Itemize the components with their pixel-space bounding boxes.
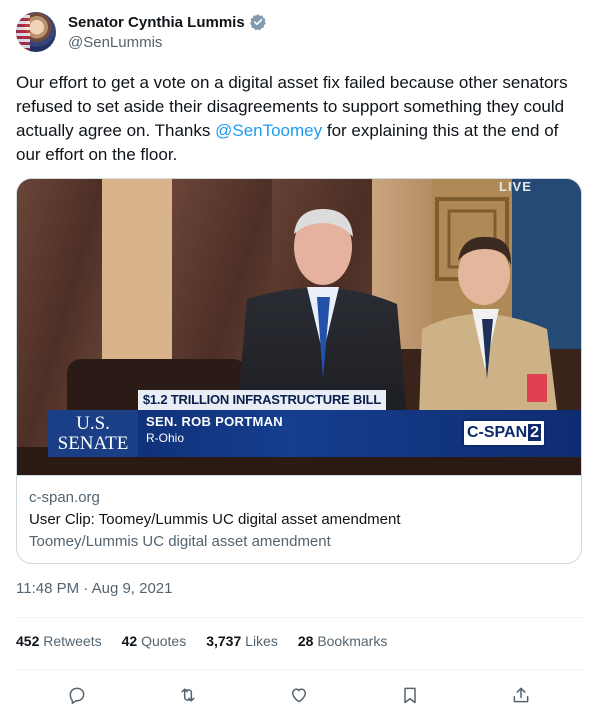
- stat-likes-label: Likes: [245, 633, 278, 649]
- stat-quotes[interactable]: 42 Quotes: [122, 633, 187, 649]
- card-description: Toomey/Lummis UC digital asset amendment: [29, 533, 331, 550]
- share-button[interactable]: [506, 680, 536, 710]
- tweet-timestamp[interactable]: 11:48 PM · Aug 9, 2021: [16, 580, 173, 597]
- divider-top: [16, 617, 582, 618]
- cspan-text: C-SPAN: [466, 424, 528, 441]
- tweet-header: Senator Cynthia Lummis @SenLummis: [16, 12, 582, 56]
- stat-retweets[interactable]: 452 Retweets: [16, 633, 102, 649]
- cspan-number: 2: [528, 424, 542, 441]
- stat-likes[interactable]: 3,737 Likes: [206, 633, 278, 649]
- us-senate-logo: U.S. SENATE: [48, 410, 138, 457]
- share-icon: [513, 687, 529, 703]
- video-thumbnail[interactable]: LIVE $1.2 TRILLION INFRASTRUCTURE BILL U…: [17, 179, 581, 475]
- verified-badge-icon: [249, 13, 267, 31]
- name-row: Senator Cynthia Lummis: [68, 13, 267, 31]
- mention-link[interactable]: @SenToomey: [215, 121, 322, 140]
- like-button[interactable]: [284, 680, 314, 710]
- reply-button[interactable]: [62, 680, 92, 710]
- card-meta[interactable]: c-span.org User Clip: Toomey/Lummis UC d…: [17, 475, 581, 563]
- lower-third-title: $1.2 TRILLION INFRASTRUCTURE BILL: [138, 390, 386, 410]
- bookmark-button[interactable]: [395, 680, 425, 710]
- speaker-name: SEN. ROB PORTMAN: [146, 414, 283, 429]
- speaker-party: R-Ohio: [146, 431, 185, 445]
- cspan2-logo: C-SPAN 2: [462, 419, 546, 447]
- stat-likes-count: 3,737: [206, 633, 242, 649]
- card-title: User Clip: Toomey/Lummis UC digital asse…: [29, 511, 401, 528]
- divider-bottom: [16, 669, 582, 670]
- card-domain: c-span.org: [29, 489, 100, 506]
- stat-bookmarks-count: 28: [297, 633, 314, 649]
- stat-retweets-count: 452: [16, 633, 40, 649]
- like-icon: [292, 688, 306, 703]
- us-senate-line2: SENATE: [57, 433, 129, 454]
- stat-quotes-label: Quotes: [141, 633, 187, 649]
- us-senate-line1: U.S.: [76, 413, 110, 434]
- retweet-icon: [181, 688, 195, 702]
- link-card[interactable]: LIVE $1.2 TRILLION INFRASTRUCTURE BILL U…: [16, 178, 582, 564]
- stat-bookmarks-label: Bookmarks: [317, 633, 388, 649]
- author-handle[interactable]: @SenLummis: [68, 34, 162, 51]
- stat-quotes-count: 42: [121, 633, 138, 649]
- author-display-name[interactable]: Senator Cynthia Lummis: [68, 14, 245, 31]
- engagement-stats: 452 Retweets 42 Quotes 3,737 Likes 28 Bo…: [16, 633, 387, 649]
- action-bar: [16, 680, 582, 710]
- retweet-button[interactable]: [173, 680, 203, 710]
- avatar[interactable]: [16, 12, 56, 52]
- bookmark-icon: [404, 687, 416, 704]
- stat-retweets-label: Retweets: [43, 633, 102, 649]
- stat-bookmarks[interactable]: 28 Bookmarks: [298, 633, 388, 649]
- live-label: LIVE: [499, 179, 532, 194]
- tweet-text: Our effort to get a vote on a digital as…: [16, 71, 582, 167]
- reply-icon: [69, 687, 85, 704]
